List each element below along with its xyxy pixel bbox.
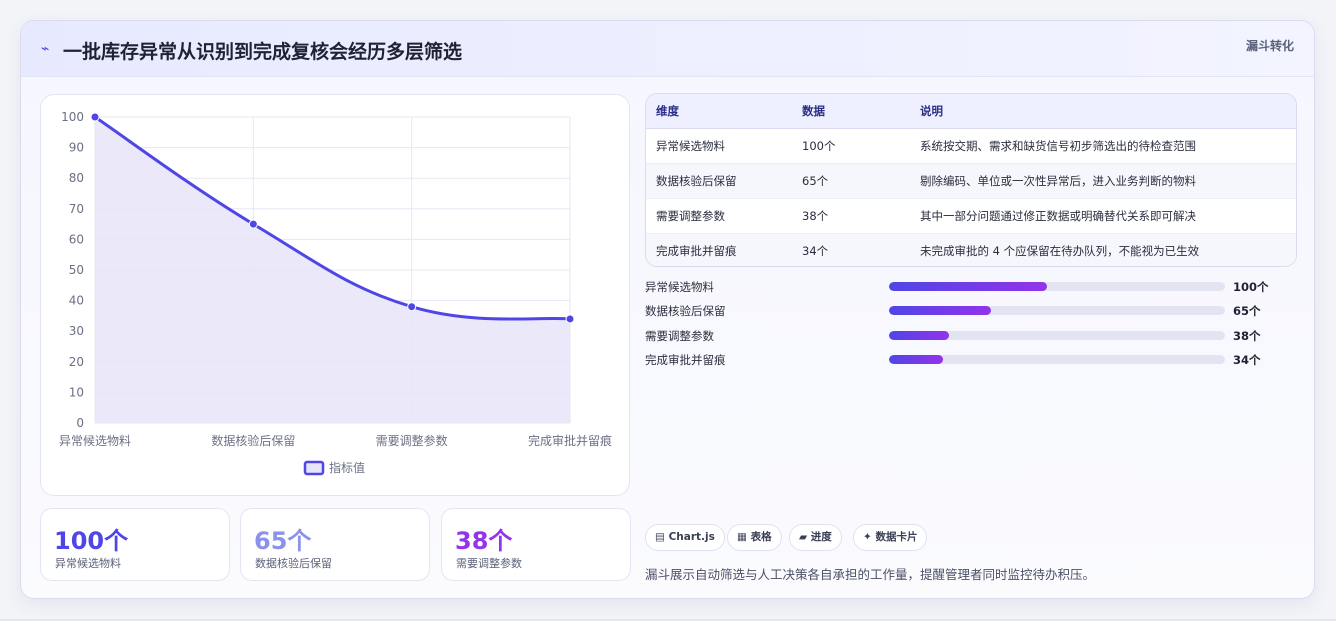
kpi-label: 需要调整参数 (456, 557, 522, 570)
kpi-card-verified: 65个 数据核验后保留 (240, 508, 430, 581)
progress-track (889, 282, 1225, 291)
footnote: 漏斗展示自动筛选与人工决策各自承担的工作量，提醒管理者同时监控待办积压。 (645, 567, 1096, 582)
kpi-value: 38个 (455, 527, 513, 555)
progress-value: 100个 (1233, 280, 1269, 294)
progress-row: 完成审批并留痕 34个 (645, 350, 1305, 370)
chip-progress[interactable]: ▰ 进度 (789, 524, 842, 551)
data-point (90, 112, 100, 122)
card-header: ⌁ 一批库存异常从识别到完成复核会经历多层筛选 漏斗转化 (21, 21, 1314, 77)
table-cell: 系统按交期、需求和缺货信号初步筛选出的待检查范围 (920, 127, 1296, 163)
progress-label: 数据核验后保留 (645, 304, 726, 318)
page-title: 一批库存异常从识别到完成复核会经历多层筛选 (63, 41, 463, 63)
table-cell: 异常候选物料 (646, 127, 802, 163)
progress-value: 38个 (1233, 329, 1261, 343)
y-tick-label: 100 (61, 110, 84, 124)
data-point (407, 302, 417, 312)
y-tick-label: 20 (69, 355, 84, 369)
pulse-icon: ⌁ (41, 41, 50, 57)
sparkle-icon: ✦ (863, 531, 872, 543)
progress-fill (889, 306, 992, 315)
data-table: 维度 数据 说明 异常候选物料 100个 系统按交期、需求和缺货信号初步筛选出的… (645, 93, 1297, 267)
table-row: 数据核验后保留 65个 剔除编码、单位或一次性异常后，进入业务判断的物料 (646, 162, 1296, 198)
progress-icon: ▰ (799, 531, 808, 543)
progress-fill (889, 331, 949, 340)
legend-label: 指标值 (329, 460, 365, 475)
chip-table[interactable]: ▦ 表格 (727, 524, 782, 551)
chart-icon: ▤ (655, 531, 665, 543)
column-header: 数据 (802, 94, 920, 129)
chip-label: 表格 (750, 531, 772, 543)
table-cell: 剔除编码、单位或一次性异常后，进入业务判断的物料 (920, 162, 1296, 198)
table-cell: 38个 (802, 197, 920, 233)
y-tick-label: 10 (69, 385, 84, 399)
progress-label: 异常候选物料 (645, 280, 714, 294)
legend-swatch (303, 460, 325, 476)
data-point (565, 314, 575, 324)
table-cell: 未完成审批的 4 个应保留在待办队列，不能视为已生效 (920, 232, 1296, 266)
x-tick-label: 异常候选物料 (59, 434, 131, 448)
progress-row: 需要调整参数 38个 (645, 326, 1305, 346)
y-tick-label: 80 (69, 171, 84, 185)
progress-label: 完成审批并留痕 (645, 353, 726, 367)
chip-label: 进度 (810, 531, 832, 543)
y-tick-label: 0 (76, 416, 84, 430)
line-chart-panel: 0 10 20 30 40 50 60 70 80 90 100 异常候选物料 数据核验后保留 需要调整参… (40, 94, 630, 496)
category-tag: 漏斗转化 (1245, 39, 1294, 53)
table-cell: 其中一部分问题通过修正数据或明确替代关系即可解决 (920, 197, 1296, 233)
y-tick-label: 90 (69, 141, 84, 155)
table-cell: 完成审批并留痕 (646, 232, 802, 266)
y-tick-label: 50 (69, 263, 84, 277)
y-tick-label: 70 (69, 202, 84, 216)
kpi-card-candidates: 100个 异常候选物料 (40, 508, 230, 581)
progress-row: 数据核验后保留 65个 (645, 301, 1305, 321)
column-header: 维度 (646, 94, 802, 129)
chip-label: 数据卡片 (875, 531, 918, 543)
table-icon: ▦ (737, 531, 747, 543)
progress-row: 异常候选物料 100个 (645, 277, 1305, 297)
table-row: 完成审批并留痕 34个 未完成审批的 4 个应保留在待办队列，不能视为已生效 (646, 232, 1296, 266)
kpi-card-adjust: 38个 需要调整参数 (441, 508, 631, 581)
y-tick-label: 60 (69, 232, 84, 246)
progress-fill (889, 355, 943, 364)
y-tick-label: 40 (69, 294, 84, 308)
table-cell: 数据核验后保留 (646, 162, 802, 198)
x-tick-label: 完成审批并留痕 (528, 433, 612, 448)
kpi-label: 异常候选物料 (55, 557, 121, 570)
kpi-label: 数据核验后保留 (255, 557, 332, 570)
column-header: 说明 (920, 94, 1296, 129)
data-point (248, 219, 258, 229)
line-chart: 0 10 20 30 40 50 60 70 80 90 100 异常候选物料 数据核验后保留 需要调整参… (59, 110, 612, 476)
chip-data-card[interactable]: ✦ 数据卡片 (853, 524, 928, 551)
table-row: 异常候选物料 100个 系统按交期、需求和缺货信号初步筛选出的待检查范围 (646, 127, 1296, 163)
dashboard-card: ⌁ 一批库存异常从识别到完成复核会经历多层筛选 漏斗转化 0 10 20 30 40 50… (20, 20, 1315, 599)
x-tick-label: 数据核验后保留 (211, 433, 295, 448)
progress-fill (889, 282, 1047, 291)
progress-label: 需要调整参数 (645, 329, 714, 343)
table-cell: 65个 (802, 162, 920, 198)
chip-label: Chart.js (668, 531, 715, 543)
kpi-value: 65个 (254, 527, 312, 555)
table-header-row: 维度 数据 说明 (646, 94, 1296, 129)
chip-chartjs[interactable]: ▤ Chart.js (645, 524, 725, 551)
y-tick-label: 30 (69, 324, 84, 338)
table-cell: 100个 (802, 127, 920, 163)
kpi-value: 100个 (54, 527, 129, 555)
x-tick-label: 需要调整参数 (376, 433, 448, 448)
progress-track (889, 306, 1225, 315)
progress-value: 34个 (1233, 353, 1261, 367)
table-cell: 需要调整参数 (646, 197, 802, 233)
table-row: 需要调整参数 38个 其中一部分问题通过修正数据或明确替代关系即可解决 (646, 197, 1296, 233)
progress-track (889, 331, 1225, 340)
progress-track (889, 355, 1225, 364)
progress-value: 65个 (1233, 304, 1261, 318)
table-cell: 34个 (802, 232, 920, 266)
